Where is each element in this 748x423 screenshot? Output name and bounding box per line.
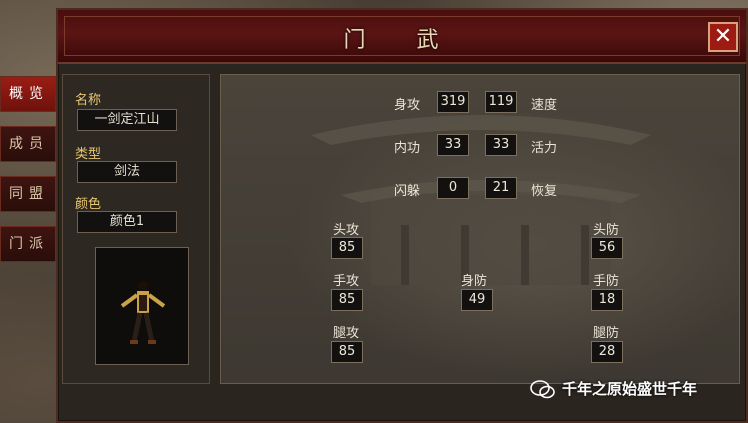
speed-label: 速度 [531,98,558,113]
tab-overview[interactable]: 概览 [0,76,56,112]
character-figure-icon [120,281,166,344]
wechat-icon [530,380,555,399]
inner-power-value: 33 [437,134,469,156]
stats-panel: 身攻 319 119 速度 内功 33 33 活力 闪躲 0 21 恢复 头攻 … [220,74,740,384]
info-panel: 名称 一剑定江山 类型 剑法 颜色 颜色1 [62,74,210,384]
head-attack-value: 85 [331,237,363,259]
recovery-label: 恢复 [531,184,558,199]
temple-background-icon [311,115,651,285]
type-label: 类型 [75,147,102,162]
leg-defense-label: 腿防 [593,326,620,341]
window-title: 门 武 [343,28,461,53]
leg-defense-value: 28 [591,341,623,363]
body-attack-label: 身攻 [394,98,421,113]
hand-attack-value: 85 [331,289,363,311]
leg-attack-value: 85 [331,341,363,363]
name-field[interactable]: 一剑定江山 [77,109,177,131]
recovery-value: 21 [485,177,517,199]
body-defense-value: 49 [461,289,493,311]
tab-alliance[interactable]: 同盟 [0,176,56,212]
side-tab-bar: 概览 成员 同盟 门派 [0,76,56,276]
color-field[interactable]: 颜色1 [77,211,177,233]
head-defense-label: 头防 [593,223,620,238]
window-titlebar[interactable]: 门 武 ✕ [58,10,746,64]
head-defense-value: 56 [591,237,623,259]
name-label: 名称 [75,93,102,108]
head-attack-label: 头攻 [333,223,360,238]
dodge-value: 0 [437,177,469,199]
body-attack-value: 319 [437,91,469,113]
leg-attack-label: 腿攻 [333,326,360,341]
hand-attack-label: 手攻 [333,274,360,289]
color-label: 颜色 [75,197,102,212]
type-field[interactable]: 剑法 [77,161,177,183]
vitality-value: 33 [485,134,517,156]
inner-power-label: 内功 [394,141,421,156]
watermark-text: 千年之原始盛世千年 [562,380,698,398]
body-defense-label: 身防 [461,274,488,289]
hand-defense-label: 手防 [593,274,620,289]
speed-value: 119 [485,91,517,113]
tab-members[interactable]: 成员 [0,126,56,162]
vitality-label: 活力 [531,141,558,156]
character-portrait [95,247,189,365]
dodge-label: 闪躲 [394,184,421,199]
hand-defense-value: 18 [591,289,623,311]
tab-sect[interactable]: 门派 [0,226,56,262]
close-button[interactable]: ✕ [708,22,738,52]
